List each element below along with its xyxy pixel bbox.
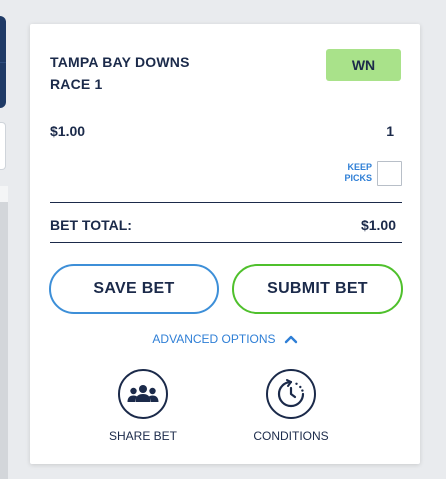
clock-icon (277, 379, 305, 408)
background-list-edge (0, 186, 8, 479)
bet-type-badge: WN (326, 49, 401, 81)
keep-picks-label-line1: KEEP (347, 162, 372, 172)
keep-picks-label-line2: PICKS (344, 173, 372, 183)
advanced-options-toggle[interactable]: ADVANCED OPTIONS (30, 332, 420, 346)
background-nav-edge (0, 16, 6, 108)
total-divider-top (50, 202, 402, 203)
bet-total-label: BET TOTAL: (50, 217, 132, 233)
background-panel (0, 0, 20, 479)
keep-picks-label: KEEP PICKS (336, 162, 372, 184)
chevron-up-icon (284, 335, 297, 344)
share-bet-label: SHARE BET (108, 429, 177, 443)
conditions-icon-circle (266, 369, 316, 419)
conditions-label: CONDITIONS (253, 429, 329, 443)
share-bet-icon-circle (118, 369, 168, 419)
bet-slip-card: TAMPA BAY DOWNS RACE 1 WN $1.00 1 KEEP P… (30, 24, 420, 464)
total-divider-bottom (50, 242, 402, 243)
share-bet-option[interactable]: SHARE BET (88, 369, 198, 443)
race-info: TAMPA BAY DOWNS RACE 1 (50, 51, 190, 95)
submit-bet-button[interactable]: SUBMIT BET (232, 264, 403, 314)
bet-amount: $1.00 (50, 123, 86, 139)
selection-count: 1 (386, 123, 394, 139)
conditions-option[interactable]: CONDITIONS (236, 369, 346, 443)
background-box-edge (0, 122, 6, 170)
advanced-options-label: ADVANCED OPTIONS (152, 332, 276, 346)
bet-total-value: $1.00 (360, 217, 396, 233)
keep-picks-checkbox[interactable] (377, 161, 402, 186)
save-bet-button[interactable]: SAVE BET (49, 264, 219, 314)
race-number: RACE 1 (50, 76, 103, 92)
track-name: TAMPA BAY DOWNS (50, 54, 190, 70)
group-icon (127, 385, 159, 402)
